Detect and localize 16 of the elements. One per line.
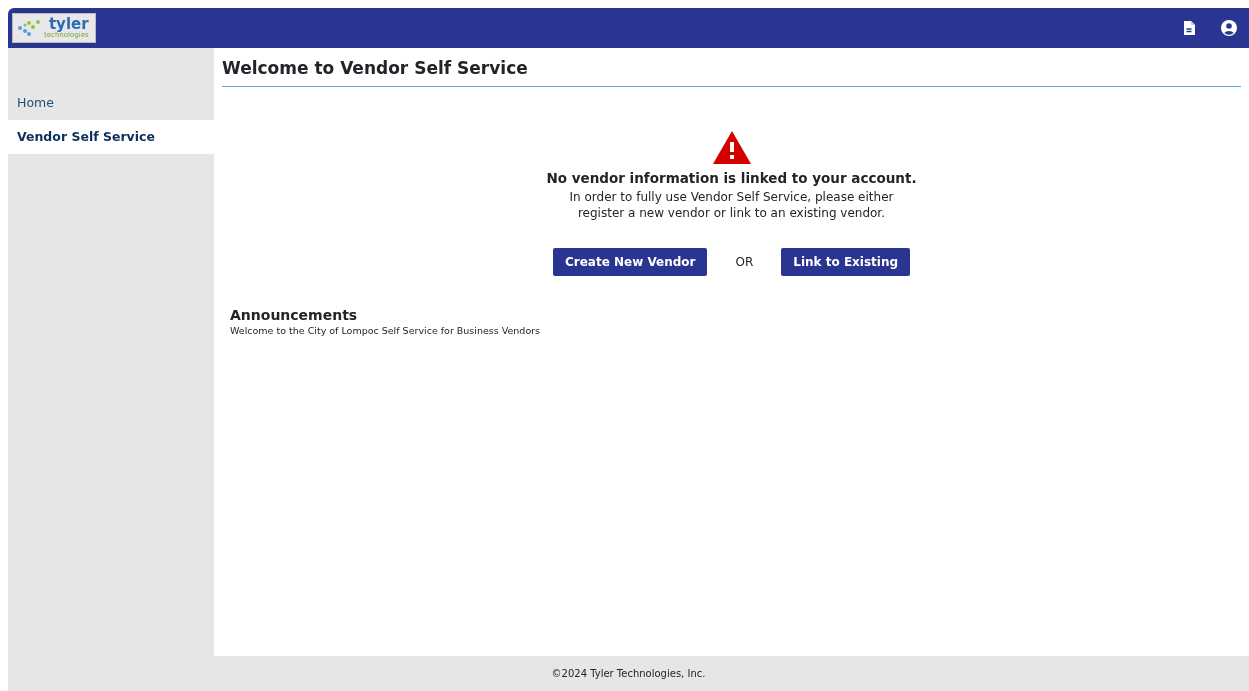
notice-message: In order to fully use Vendor Self Service, please either register a new vendor or link to an existing vendor. xyxy=(568,188,895,223)
link-existing-button[interactable]: Link to Existing xyxy=(781,248,911,277)
sidebar-item[interactable]: Home xyxy=(8,86,214,120)
create-vendor-button[interactable]: Create New Vendor xyxy=(552,248,708,277)
announcement-text: Welcome to the City of Lompoc Self Service for Business Vendors xyxy=(230,323,542,338)
page-title: Welcome to Vendor Self Service xyxy=(222,58,1241,88)
sidebar-item[interactable]: Vendor Self Service xyxy=(8,120,214,154)
document-icon[interactable] xyxy=(1181,20,1197,36)
announcements-title: Announcements xyxy=(230,308,359,324)
or-label: OR xyxy=(735,254,754,272)
logo-icon xyxy=(17,19,41,37)
user-icon[interactable] xyxy=(1221,20,1237,36)
warning-icon xyxy=(712,131,751,165)
copyright-text: ©2024 Tyler Technologies, Inc. xyxy=(551,667,706,681)
notice-heading: No vendor information is linked to your account. xyxy=(545,169,918,189)
logo-text: tyler xyxy=(48,17,89,32)
